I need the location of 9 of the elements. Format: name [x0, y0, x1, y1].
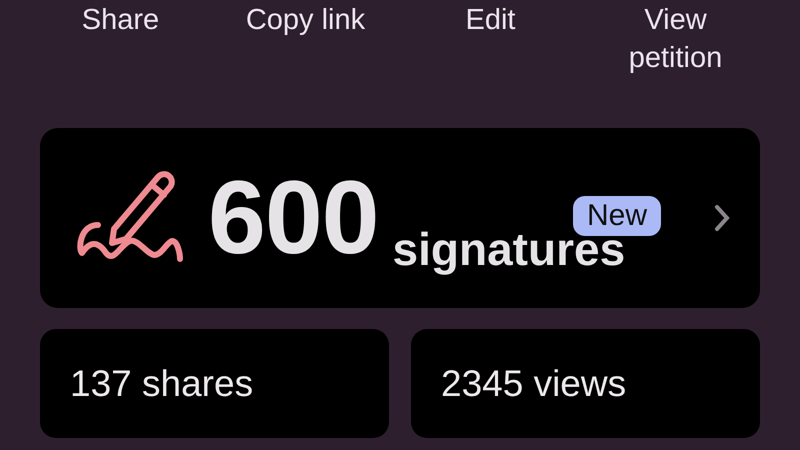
action-link[interactable]: View petition	[600, 1, 750, 77]
new-badge: New	[573, 196, 662, 236]
stat-card: 2345 views	[411, 329, 760, 438]
signature-count: 600	[208, 158, 379, 278]
action-link[interactable]: Copy link	[230, 1, 380, 39]
chevron-right-icon	[714, 204, 730, 232]
action-link[interactable]: Edit	[416, 1, 566, 39]
action-link[interactable]: Share	[46, 1, 196, 39]
stat-card: 137 shares	[40, 329, 389, 438]
